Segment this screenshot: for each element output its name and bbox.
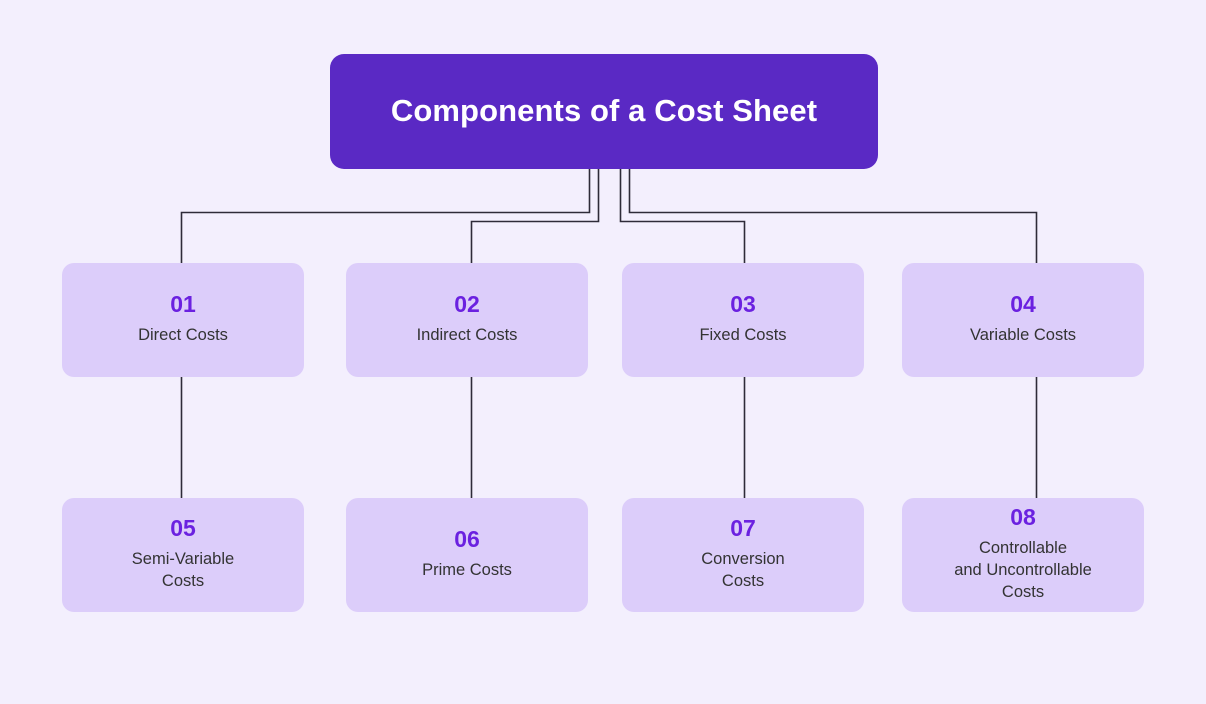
node-card-08[interactable]: 08 Controllable and Uncontrollable Costs: [902, 498, 1144, 612]
node-card-02[interactable]: 02 Indirect Costs: [346, 263, 588, 377]
node-number: 05: [170, 515, 196, 542]
cost-sheet-diagram: Components of a Cost Sheet 01 Direct Cos…: [0, 0, 1206, 704]
node-number: 03: [730, 291, 756, 318]
node-card-07[interactable]: 07 Conversion Costs: [622, 498, 864, 612]
page-title: Components of a Cost Sheet: [390, 93, 818, 129]
node-card-04[interactable]: 04 Variable Costs: [902, 263, 1144, 377]
node-label: Prime Costs: [422, 561, 512, 580]
node-number: 04: [1010, 291, 1036, 318]
node-label: Controllable and Uncontrollable Costs: [954, 539, 1092, 601]
node-number: 08: [1010, 504, 1036, 531]
node-card-01[interactable]: 01 Direct Costs: [62, 263, 304, 377]
node-number: 07: [730, 515, 756, 542]
node-label: Direct Costs: [138, 326, 228, 345]
node-number: 01: [170, 291, 196, 318]
node-label: Fixed Costs: [699, 326, 787, 345]
node-label: Conversion Costs: [701, 550, 785, 590]
node-label: Semi-Variable Costs: [131, 550, 235, 590]
node-card-06[interactable]: 06 Prime Costs: [346, 498, 588, 612]
node-number: 02: [454, 291, 480, 318]
node-card-05[interactable]: 05 Semi-Variable Costs: [62, 498, 304, 612]
node-label: Variable Costs: [969, 326, 1077, 345]
diagram-title-card: Components of a Cost Sheet: [330, 54, 878, 169]
node-card-03[interactable]: 03 Fixed Costs: [622, 263, 864, 377]
node-label: Indirect Costs: [416, 326, 518, 345]
node-number: 06: [454, 526, 480, 553]
